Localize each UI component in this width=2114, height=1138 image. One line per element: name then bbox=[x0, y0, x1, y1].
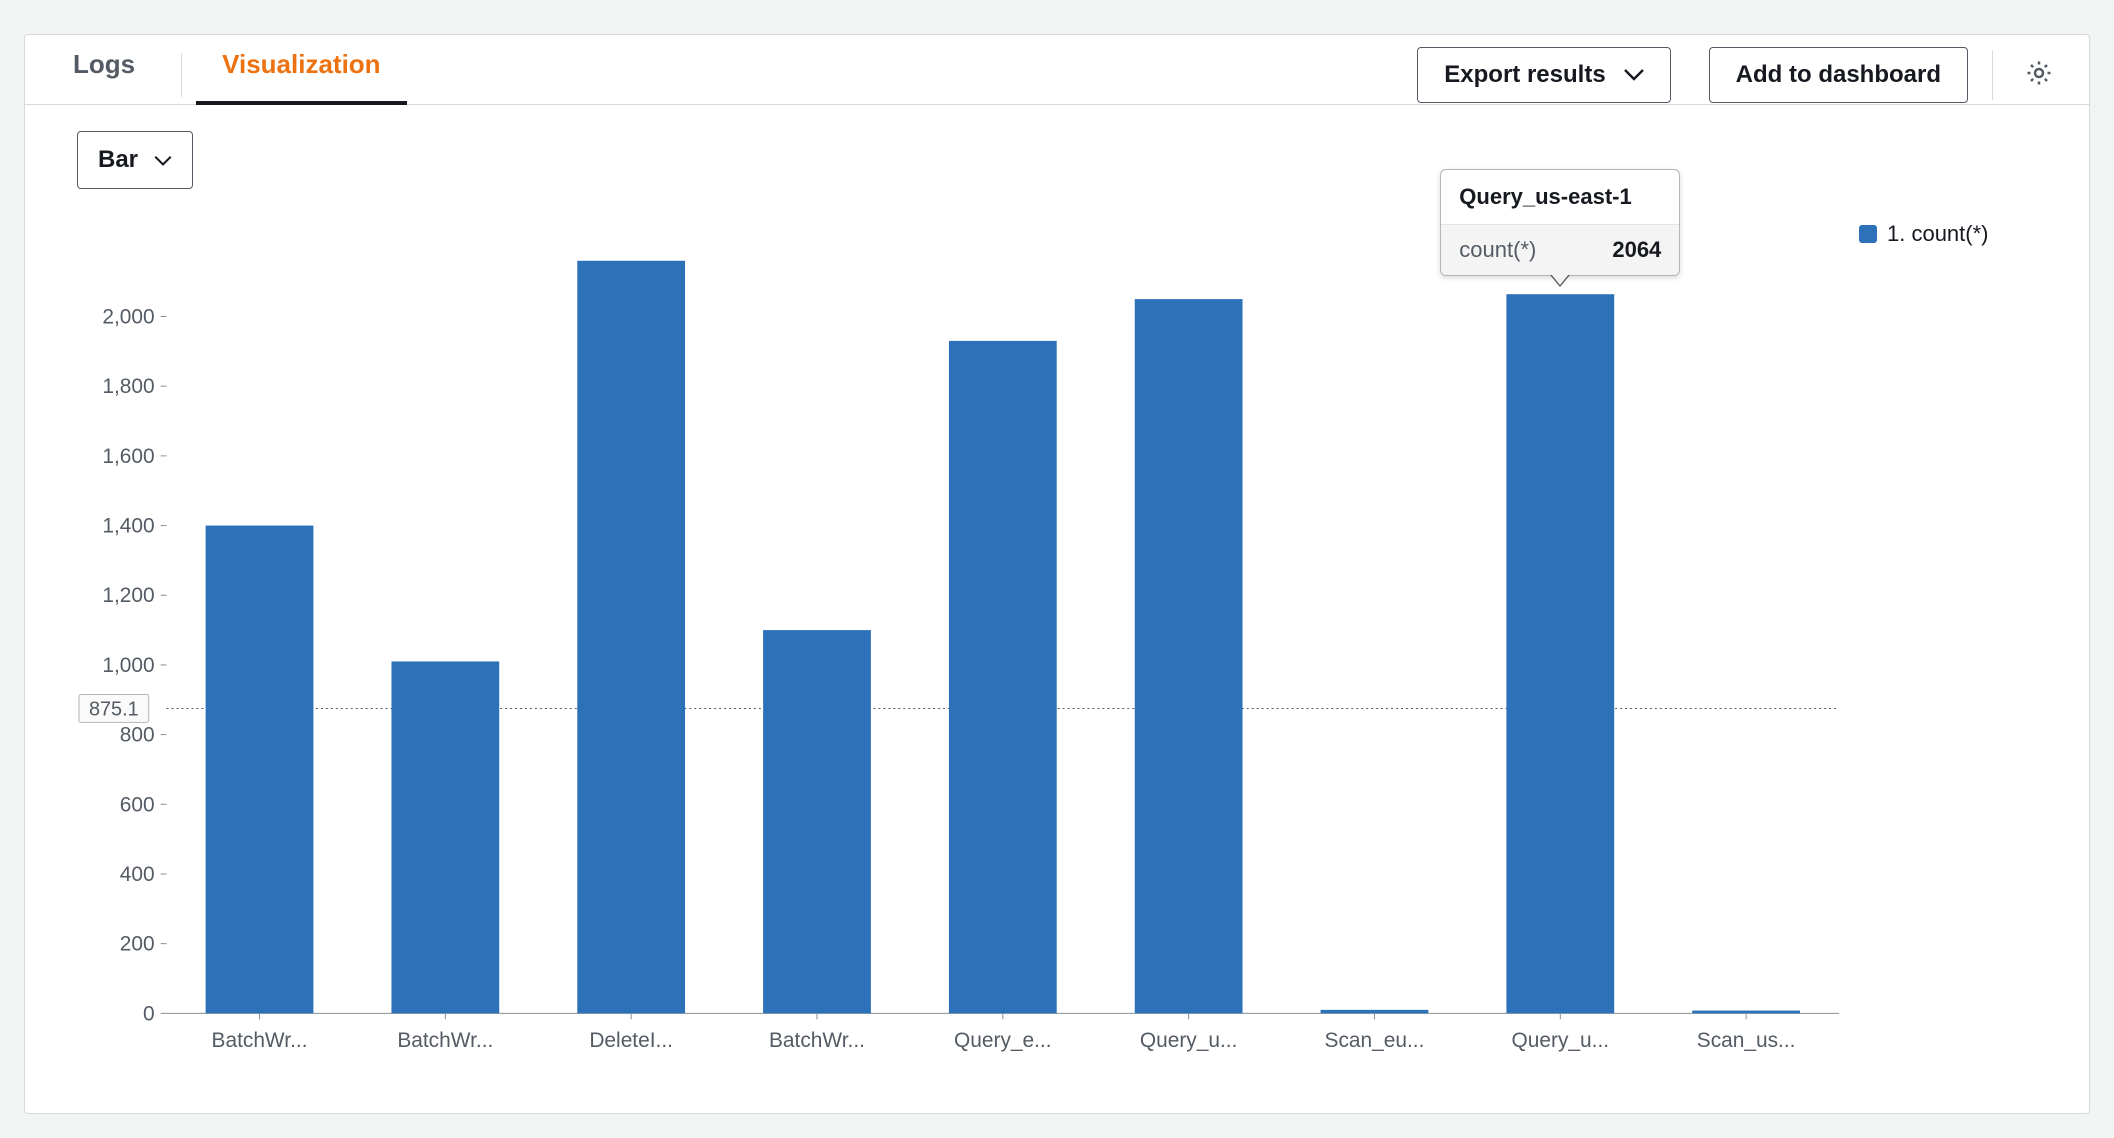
legend-swatch bbox=[1859, 225, 1877, 243]
tooltip-metric: count(*) bbox=[1459, 237, 1536, 263]
svg-text:BatchWr...: BatchWr... bbox=[212, 1029, 308, 1052]
svg-text:875.1: 875.1 bbox=[89, 698, 139, 720]
svg-text:0: 0 bbox=[143, 1002, 155, 1025]
chart-type-select[interactable]: Bar bbox=[77, 131, 193, 189]
svg-text:1,000: 1,000 bbox=[102, 654, 154, 677]
export-results-button[interactable]: Export results bbox=[1417, 47, 1670, 103]
bar[interactable] bbox=[1506, 294, 1614, 1013]
bar[interactable] bbox=[577, 261, 685, 1014]
bar[interactable] bbox=[1321, 1010, 1429, 1013]
results-panel: Logs Visualization Export results Add to… bbox=[24, 34, 2090, 1114]
tooltip-row: count(*) 2064 bbox=[1441, 225, 1679, 275]
settings-button[interactable] bbox=[2017, 53, 2061, 97]
svg-text:1,400: 1,400 bbox=[102, 514, 154, 537]
tab-visualization[interactable]: Visualization bbox=[216, 49, 386, 104]
tooltip-pointer-icon bbox=[1550, 275, 1570, 287]
svg-text:Query_u...: Query_u... bbox=[1512, 1029, 1610, 1052]
results-tabs: Logs Visualization bbox=[67, 47, 387, 104]
svg-text:Scan_eu...: Scan_eu... bbox=[1325, 1029, 1425, 1052]
svg-text:BatchWr...: BatchWr... bbox=[769, 1029, 865, 1052]
legend-label: 1. count(*) bbox=[1887, 221, 1989, 247]
svg-text:1,600: 1,600 bbox=[102, 445, 154, 468]
bar-chart-svg[interactable]: 0 200 400 600 800 1,000 1,200 1,400 1,600 1,800 2,… bbox=[77, 207, 1849, 1073]
bar[interactable] bbox=[1135, 299, 1243, 1013]
tooltip-title: Query_us-east-1 bbox=[1441, 170, 1679, 225]
bar[interactable] bbox=[206, 525, 314, 1013]
svg-text:Query_u...: Query_u... bbox=[1140, 1029, 1238, 1052]
legend: 1. count(*) bbox=[1859, 131, 2059, 1073]
svg-text:2,000: 2,000 bbox=[102, 305, 154, 328]
svg-text:400: 400 bbox=[120, 863, 155, 886]
legend-item[interactable]: 1. count(*) bbox=[1859, 221, 2059, 247]
gear-icon bbox=[2024, 58, 2054, 93]
svg-text:600: 600 bbox=[120, 793, 155, 816]
svg-text:800: 800 bbox=[120, 724, 155, 747]
svg-text:200: 200 bbox=[120, 933, 155, 956]
caret-down-icon bbox=[154, 146, 172, 174]
chart-body: Bar 0 200 400 600 800 1,000 1,200 1,400 1,600 1,8… bbox=[25, 105, 2089, 1113]
bar[interactable] bbox=[1692, 1010, 1800, 1013]
bar[interactable] bbox=[949, 341, 1057, 1013]
chart-column: Bar 0 200 400 600 800 1,000 1,200 1,400 1,600 1,8… bbox=[77, 131, 1849, 1073]
tab-logs[interactable]: Logs bbox=[67, 49, 141, 104]
svg-text:BatchWr...: BatchWr... bbox=[397, 1029, 493, 1052]
tab-divider bbox=[181, 53, 182, 97]
bar[interactable] bbox=[391, 661, 499, 1013]
bar[interactable] bbox=[763, 630, 871, 1013]
chart-tooltip: Query_us-east-1 count(*) 2064 bbox=[1440, 169, 1680, 276]
svg-text:Query_e...: Query_e... bbox=[954, 1029, 1052, 1052]
add-to-dashboard-button[interactable]: Add to dashboard bbox=[1709, 47, 1968, 103]
plot-area: 0 200 400 600 800 1,000 1,200 1,400 1,600 1,800 2,… bbox=[77, 207, 1849, 1073]
svg-text:1,200: 1,200 bbox=[102, 584, 154, 607]
toolbar-vertical-divider bbox=[1992, 50, 1993, 100]
svg-text:Scan_us...: Scan_us... bbox=[1697, 1029, 1796, 1052]
export-results-label: Export results bbox=[1444, 61, 1605, 89]
svg-text:1,800: 1,800 bbox=[102, 375, 154, 398]
tooltip-value: 2064 bbox=[1612, 237, 1661, 263]
add-to-dashboard-label: Add to dashboard bbox=[1736, 61, 1941, 89]
chart-type-label: Bar bbox=[98, 146, 138, 174]
caret-down-icon bbox=[1624, 61, 1644, 89]
results-toolbar: Logs Visualization Export results Add to… bbox=[25, 35, 2089, 105]
svg-text:DeleteI...: DeleteI... bbox=[589, 1029, 673, 1052]
